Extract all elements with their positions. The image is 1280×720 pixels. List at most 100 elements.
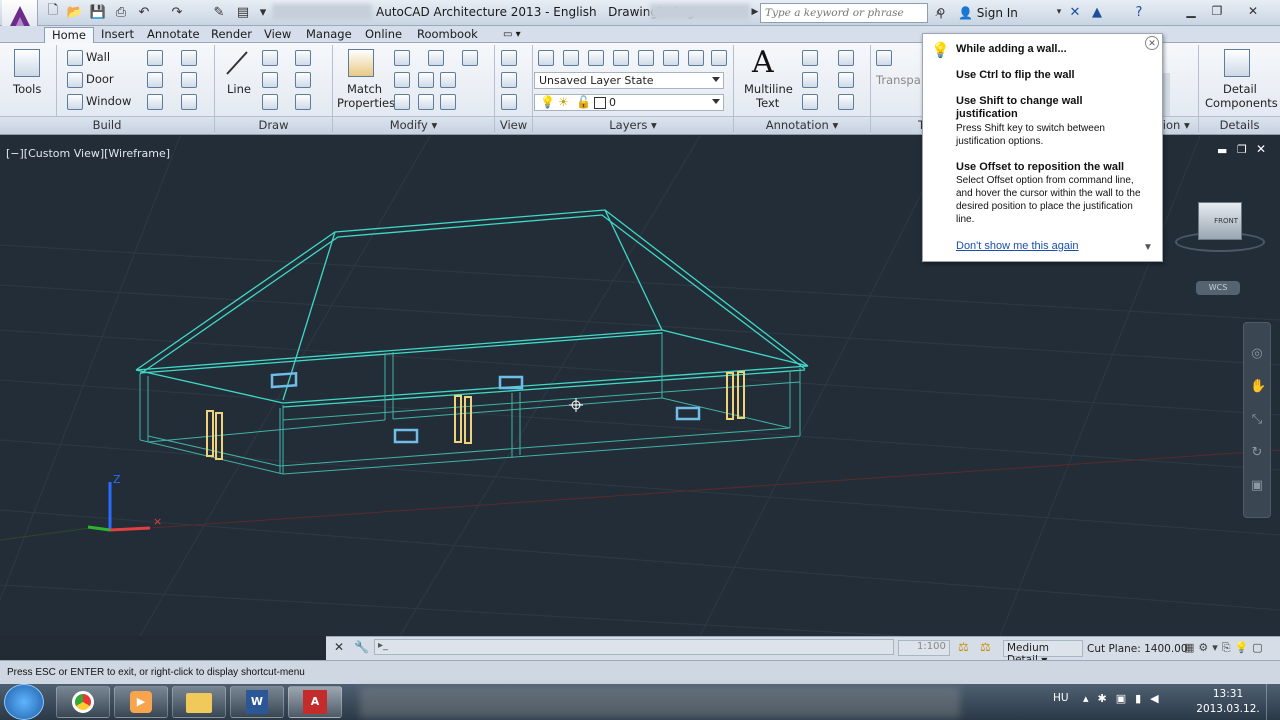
tab-online[interactable]: Online xyxy=(358,27,409,43)
multiline-text-icon[interactable]: A xyxy=(752,45,774,80)
point-icon[interactable] xyxy=(295,50,311,66)
print-icon[interactable]: ⎙ xyxy=(112,3,130,21)
layer-off-icon[interactable] xyxy=(563,50,579,66)
tab-render[interactable]: Render xyxy=(204,27,259,43)
open-file-icon[interactable]: 📂 xyxy=(66,3,84,21)
polyline-icon[interactable] xyxy=(262,50,278,66)
stair-icon[interactable] xyxy=(147,72,163,88)
wcs-menu[interactable]: WCS xyxy=(1196,281,1240,295)
curtain-wall-icon[interactable] xyxy=(147,50,163,66)
zoom-extents-icon[interactable]: ⤡ xyxy=(1250,403,1264,436)
stretch-icon[interactable] xyxy=(418,94,434,110)
tab-home[interactable]: Home xyxy=(44,27,94,44)
window-button[interactable]: Window xyxy=(86,94,131,108)
viewport-restore-button[interactable]: ❐ xyxy=(1237,143,1247,156)
close-icon[interactable]: ✕ xyxy=(1145,36,1159,50)
auto-scale-icon[interactable]: ⚖ xyxy=(980,640,991,654)
space-icon[interactable] xyxy=(181,72,197,88)
layer-isolate-icon[interactable] xyxy=(588,50,604,66)
zoom-icon[interactable] xyxy=(501,94,517,110)
showmotion-icon[interactable]: ▣ xyxy=(1250,469,1264,502)
media-player-taskbar-button[interactable]: ▶ xyxy=(114,686,168,718)
display-detail-dropdown[interactable]: Medium Detail ▼ xyxy=(1003,640,1083,666)
language-indicator[interactable]: HU xyxy=(1053,692,1069,704)
rectangle-icon[interactable] xyxy=(262,94,278,110)
qat-menu-chevron-icon[interactable]: ▾ xyxy=(254,3,272,21)
command-input[interactable] xyxy=(374,639,894,655)
copy-icon[interactable] xyxy=(418,72,434,88)
panel-modify[interactable]: Modify ▾ xyxy=(333,116,494,134)
table-icon[interactable] xyxy=(838,50,854,66)
rotate-icon[interactable] xyxy=(428,50,444,66)
mirror-icon[interactable] xyxy=(440,72,456,88)
word-taskbar-button[interactable]: W xyxy=(230,686,284,718)
show-desktop-button[interactable] xyxy=(1266,684,1280,720)
roof-icon[interactable] xyxy=(181,94,197,110)
exchange-icon[interactable]: ✕ xyxy=(1066,3,1084,21)
text-label[interactable]: Text xyxy=(756,96,779,110)
orbit-icon[interactable]: ↻ xyxy=(1250,436,1264,469)
keynote-icon[interactable] xyxy=(802,94,818,110)
save-icon[interactable]: 💾 xyxy=(89,3,107,21)
layer-walk-icon[interactable] xyxy=(688,50,704,66)
customize-wrench-icon[interactable]: 🔧 xyxy=(354,640,369,654)
view-cube-icon[interactable] xyxy=(501,50,517,66)
minimize-button[interactable]: ▁ xyxy=(1178,2,1204,20)
tab-annotate[interactable]: Annotate xyxy=(140,27,207,43)
plot-icon[interactable]: ✎ xyxy=(210,3,228,21)
transparency-label[interactable]: Transpa xyxy=(876,73,921,87)
search-input[interactable]: Type a keyword or phrase xyxy=(760,3,928,23)
ribbon-options-icon[interactable]: ▭ ▾ xyxy=(496,27,528,43)
detail-label[interactable]: Detail xyxy=(1223,82,1257,96)
layer-tools-icon[interactable] xyxy=(876,50,892,66)
layer-freeze-icon[interactable] xyxy=(613,50,629,66)
offset-icon[interactable] xyxy=(394,94,410,110)
line-button[interactable]: Line xyxy=(227,82,251,96)
column-grid-icon[interactable] xyxy=(147,94,163,110)
fillet-icon[interactable] xyxy=(462,50,478,66)
tab-insert[interactable]: Insert xyxy=(94,27,141,43)
array-icon[interactable] xyxy=(440,94,456,110)
chrome-taskbar-button[interactable] xyxy=(56,686,110,718)
detail-components-icon[interactable] xyxy=(1224,49,1250,77)
close-button[interactable]: ✕ xyxy=(1240,2,1266,20)
trim-icon[interactable] xyxy=(394,72,410,88)
move-icon[interactable] xyxy=(394,50,410,66)
cut-plane-value[interactable]: Cut Plane: 1400.00 xyxy=(1087,643,1188,655)
autodesk-icon[interactable]: ▲ xyxy=(1088,3,1106,21)
ellipse-icon[interactable] xyxy=(295,72,311,88)
panel-draw[interactable]: Draw xyxy=(215,116,332,134)
help-icon[interactable]: ? xyxy=(1130,3,1148,21)
panel-details[interactable]: Details xyxy=(1199,116,1280,134)
viewport-controls-label[interactable]: [−][Custom View][Wireframe] xyxy=(6,147,170,160)
viewcube[interactable]: FRONT xyxy=(1198,202,1242,240)
leader-icon[interactable] xyxy=(802,72,818,88)
tab-manage[interactable]: Manage xyxy=(299,27,359,43)
close-command-icon[interactable]: ✕ xyxy=(334,640,344,654)
system-tray-icons[interactable]: ▴✱▣▮◀ xyxy=(1083,692,1168,705)
match-label[interactable]: Match xyxy=(347,82,382,96)
components-label[interactable]: Components xyxy=(1205,96,1278,110)
hatch-icon[interactable] xyxy=(295,94,311,110)
status-tray-icons[interactable]: ▦⚙▾⎘💡▢ xyxy=(1184,641,1267,655)
match-properties-icon[interactable] xyxy=(348,49,374,77)
panel-annotation[interactable]: Annotation ▾ xyxy=(734,116,870,134)
clock[interactable]: 13:31 2013.03.12. xyxy=(1196,687,1260,717)
sign-in-button[interactable]: 👤 Sign In xyxy=(958,6,1018,20)
layer-merge-icon[interactable] xyxy=(711,50,727,66)
view-manager-icon[interactable] xyxy=(501,72,517,88)
grid-icon[interactable] xyxy=(181,50,197,66)
layer-match-icon[interactable] xyxy=(663,50,679,66)
dont-show-again-link[interactable]: Don't show me this again xyxy=(956,240,1079,252)
layer-properties-icon[interactable] xyxy=(538,50,554,66)
tag-icon[interactable] xyxy=(838,72,854,88)
workspace-icon[interactable]: ▤ xyxy=(234,3,252,21)
wall-button[interactable]: Wall xyxy=(86,50,110,64)
door-button[interactable]: Door xyxy=(86,72,114,86)
redo-icon[interactable]: ↷ xyxy=(168,3,186,21)
viewport-close-button[interactable]: ✕ xyxy=(1256,142,1266,156)
viewport-minimize-button[interactable]: ▬ xyxy=(1217,144,1227,157)
tab-roombook[interactable]: Roombook xyxy=(410,27,485,43)
tools-icon[interactable] xyxy=(14,49,40,77)
panel-layers[interactable]: Layers ▾ xyxy=(533,116,733,134)
